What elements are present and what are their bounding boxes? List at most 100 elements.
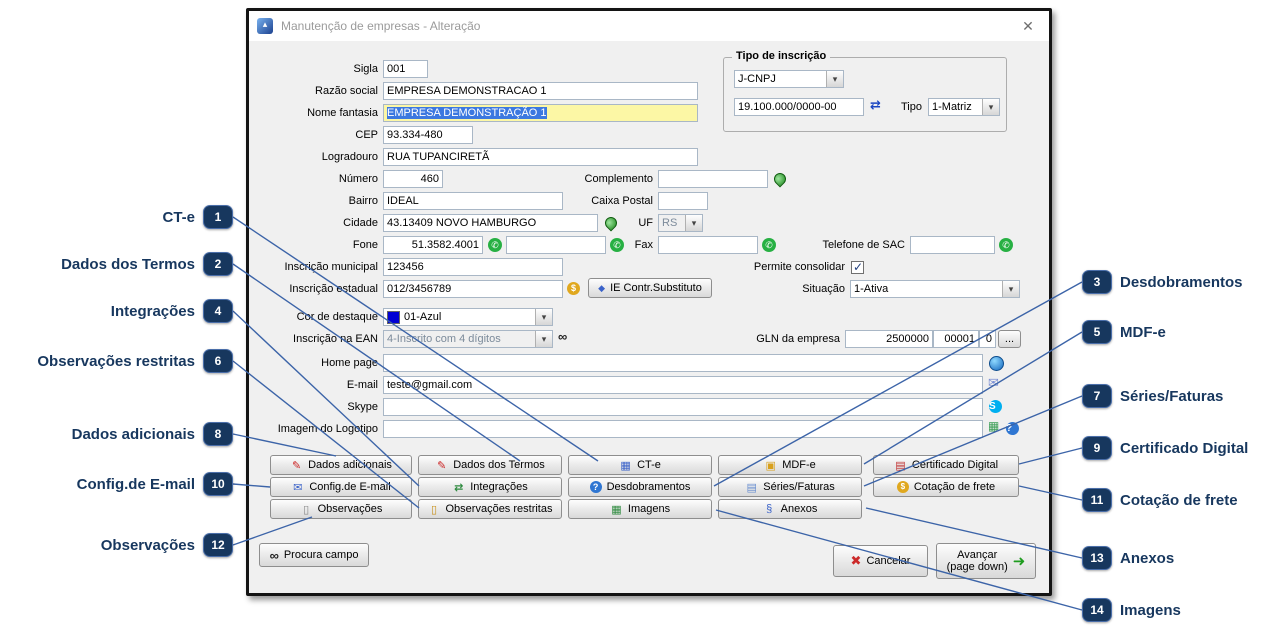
telefone-sac-input[interactable]	[910, 236, 995, 254]
chevron-down-icon[interactable]	[982, 99, 999, 115]
globe-icon[interactable]	[989, 356, 1004, 371]
help-icon[interactable]	[1006, 422, 1019, 435]
nav-series-faturas[interactable]: Séries/Faturas	[718, 477, 862, 497]
fone-input[interactable]: 51.3582.4001	[383, 236, 483, 254]
nav-imagens[interactable]: Imagens	[568, 499, 712, 519]
inscricao-ean-select[interactable]: 4-Inscrito com 4 dígitos	[383, 330, 553, 348]
nav-mdf-e[interactable]: MDF-e	[718, 455, 862, 475]
tipo-inscricao-group: Tipo de inscrição J-CNPJ 19.100.000/0000…	[723, 57, 1007, 132]
whatsapp-icon[interactable]	[762, 238, 776, 252]
cep-input[interactable]: 93.334-480	[383, 126, 473, 144]
fax-label: Fax	[604, 236, 653, 254]
validate-cnpj-icon[interactable]	[870, 97, 881, 113]
sigla-label: Sigla	[249, 60, 378, 78]
gln-prefix-input[interactable]: 2500000	[845, 330, 933, 348]
skype-input[interactable]	[383, 398, 983, 416]
nav-dados-dos-termos[interactable]: Dados dos Termos	[418, 455, 562, 475]
nome-fantasia-label: Nome fantasia	[249, 104, 378, 122]
chevron-down-icon[interactable]	[535, 309, 552, 325]
home-page-label: Home page	[249, 354, 378, 372]
gln-number-input[interactable]: 00001	[933, 330, 979, 348]
nav-desdobramentos[interactable]: Desdobramentos	[568, 477, 712, 497]
nav-label: Observações restritas	[446, 503, 553, 515]
nav-ct-e[interactable]: CT-e	[568, 455, 712, 475]
nav-dados-adicionais[interactable]: Dados adicionais	[270, 455, 412, 475]
fax-input[interactable]	[658, 236, 758, 254]
gln-digit-input[interactable]: 0	[979, 330, 996, 348]
annotation-badge: 6	[203, 349, 233, 373]
skype-icon[interactable]	[989, 400, 1002, 413]
logotipo-input[interactable]	[383, 420, 983, 438]
nav-config-email[interactable]: Config.de E-mail	[270, 477, 412, 497]
nav-anexos[interactable]: Anexos	[718, 499, 862, 519]
inscricao-ean-value: 4-Inscrito com 4 dígitos	[387, 331, 535, 347]
logradouro-input[interactable]: RUA TUPANCIRETÃ	[383, 148, 698, 166]
email-input[interactable]: teste@gmail.com	[383, 376, 983, 394]
avancar-sublabel: (page down)	[947, 561, 1008, 573]
binoculars-icon	[270, 548, 279, 563]
situacao-select[interactable]: 1-Ativa	[850, 280, 1020, 298]
avancar-button[interactable]: Avançar (page down)	[936, 543, 1036, 579]
inscricao-municipal-input[interactable]: 123456	[383, 258, 563, 276]
cor-destaque-select[interactable]: 01-Azul	[383, 308, 553, 326]
integration-icon	[452, 481, 465, 494]
annotation-observacoes: Observações 12	[101, 533, 233, 557]
tipo-inscricao-select[interactable]: J-CNPJ	[734, 70, 844, 88]
tax-icon[interactable]	[567, 282, 580, 295]
inscricao-estadual-input[interactable]: 012/3456789	[383, 280, 563, 298]
matriz-select[interactable]: 1-Matriz	[928, 98, 1000, 116]
chevron-down-icon[interactable]	[685, 215, 702, 231]
image-icon[interactable]	[988, 419, 999, 433]
paperclip-icon	[763, 503, 776, 515]
envelope-icon[interactable]	[988, 375, 999, 391]
annotation-badge: 1	[203, 205, 233, 229]
tipo-label: Tipo	[892, 98, 922, 116]
dialog-window: Manutenção de empresas - Alteração ✕ Sig…	[246, 8, 1052, 596]
gln-more-button[interactable]: ...	[998, 330, 1021, 348]
pencil-icon	[290, 459, 303, 472]
nav-observacoes[interactable]: Observações	[270, 499, 412, 519]
chevron-down-icon[interactable]	[826, 71, 843, 87]
cidade-input[interactable]: 43.13409 NOVO HAMBURGO	[383, 214, 598, 232]
annotation-label: Observações restritas	[37, 353, 195, 370]
complemento-label: Complemento	[524, 170, 653, 188]
ie-substituto-icon	[598, 282, 605, 294]
map-pin-icon[interactable]	[772, 171, 789, 188]
binoculars-icon[interactable]	[558, 329, 567, 344]
razao-social-input[interactable]: EMPRESA DEMONSTRACAO 1	[383, 82, 698, 100]
annotation-badge: 14	[1082, 598, 1112, 622]
annotation-label: Observações	[101, 537, 195, 554]
sigla-input[interactable]: 001	[383, 60, 428, 78]
nav-cotacao-frete[interactable]: Cotação de frete	[873, 477, 1019, 497]
annotation-label: CT-e	[162, 209, 195, 226]
permite-consolidar-checkbox[interactable]	[851, 261, 864, 274]
home-page-input[interactable]	[383, 354, 983, 372]
uf-select[interactable]: RS	[658, 214, 703, 232]
cancelar-button[interactable]: Cancelar	[833, 545, 928, 577]
money-icon	[897, 481, 909, 493]
close-button[interactable]: ✕	[1007, 11, 1049, 41]
annotation-config-email: Config.de E-mail 10	[77, 472, 233, 496]
complemento-input[interactable]	[658, 170, 768, 188]
procura-campo-button[interactable]: Procura campo	[259, 543, 369, 567]
question-icon	[590, 481, 602, 493]
annotation-badge: 11	[1082, 488, 1112, 512]
fone2-input[interactable]	[506, 236, 606, 254]
ie-substituto-label: IE Contr.Substituto	[610, 282, 702, 294]
nav-certificado-digital[interactable]: Certificado Digital	[873, 455, 1019, 475]
nome-fantasia-input[interactable]: EMPRESA DEMONSTRAÇÃO 1	[383, 104, 698, 122]
cnpj-input[interactable]: 19.100.000/0000-00	[734, 98, 864, 116]
bairro-label: Bairro	[249, 192, 378, 210]
chevron-down-icon[interactable]	[535, 331, 552, 347]
annotation-badge: 2	[203, 252, 233, 276]
title-bar[interactable]: Manutenção de empresas - Alteração	[249, 11, 1049, 41]
numero-input[interactable]: 460	[383, 170, 443, 188]
ie-contr-substituto-button[interactable]: IE Contr.Substituto	[588, 278, 712, 298]
whatsapp-icon[interactable]	[488, 238, 502, 252]
caixa-postal-input[interactable]	[658, 192, 708, 210]
nav-integracoes[interactable]: Integrações	[418, 477, 562, 497]
whatsapp-icon[interactable]	[999, 238, 1013, 252]
chevron-down-icon[interactable]	[1002, 281, 1019, 297]
inscricao-estadual-label: Inscrição estadual	[249, 280, 378, 298]
nav-observacoes-restritas[interactable]: Observações restritas	[418, 499, 562, 519]
